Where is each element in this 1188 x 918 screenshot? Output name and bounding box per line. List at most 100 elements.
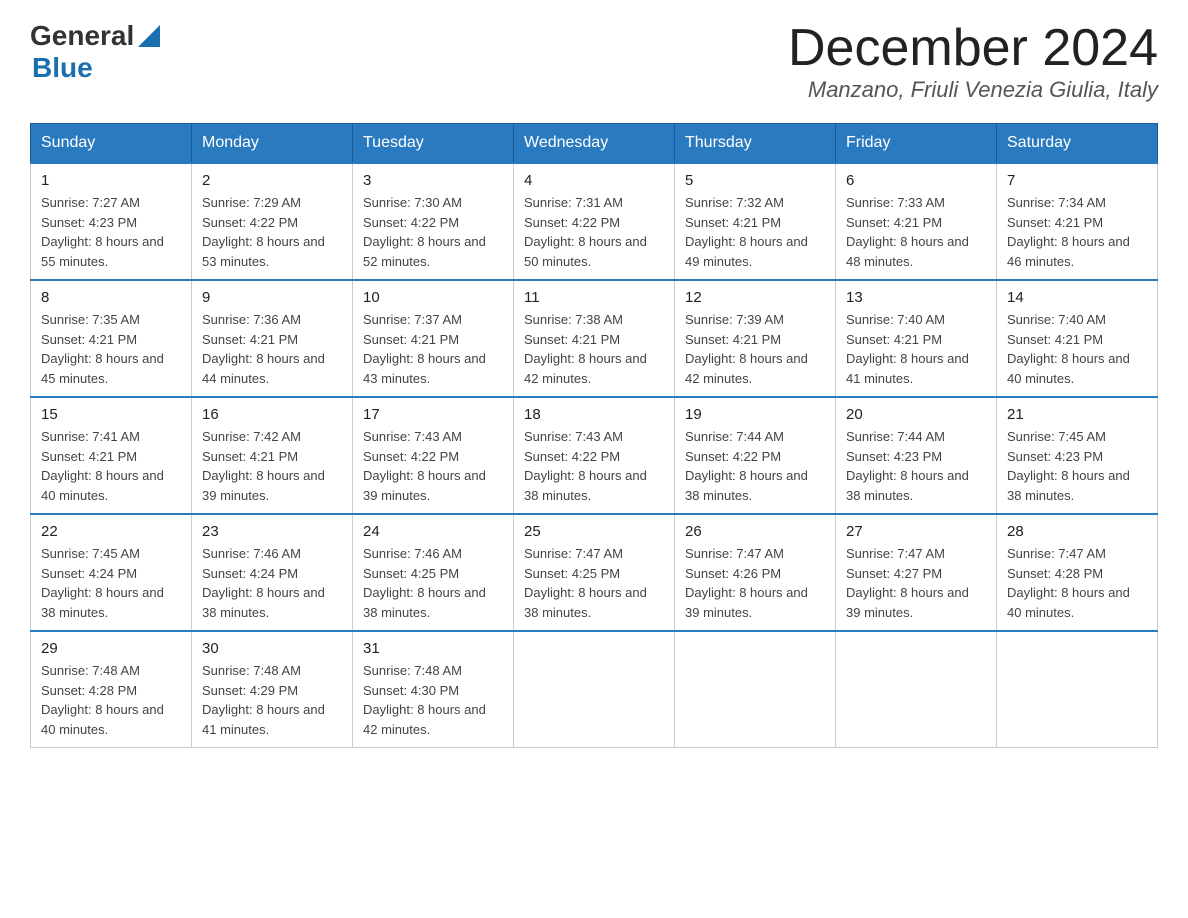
day-number: 6 — [846, 172, 986, 189]
table-row: 17 Sunrise: 7:43 AM Sunset: 4:22 PM Dayl… — [353, 397, 514, 514]
table-row — [997, 631, 1158, 748]
day-info: Sunrise: 7:44 AM Sunset: 4:22 PM Dayligh… — [685, 427, 825, 505]
table-row: 26 Sunrise: 7:47 AM Sunset: 4:26 PM Dayl… — [675, 514, 836, 631]
table-row: 16 Sunrise: 7:42 AM Sunset: 4:21 PM Dayl… — [192, 397, 353, 514]
table-row: 7 Sunrise: 7:34 AM Sunset: 4:21 PM Dayli… — [997, 163, 1158, 280]
day-number: 29 — [41, 640, 181, 657]
table-row: 4 Sunrise: 7:31 AM Sunset: 4:22 PM Dayli… — [514, 163, 675, 280]
calendar-week-row: 15 Sunrise: 7:41 AM Sunset: 4:21 PM Dayl… — [31, 397, 1158, 514]
day-number: 11 — [524, 289, 664, 306]
day-number: 20 — [846, 406, 986, 423]
calendar-week-row: 8 Sunrise: 7:35 AM Sunset: 4:21 PM Dayli… — [31, 280, 1158, 397]
day-number: 18 — [524, 406, 664, 423]
day-info: Sunrise: 7:44 AM Sunset: 4:23 PM Dayligh… — [846, 427, 986, 505]
day-info: Sunrise: 7:46 AM Sunset: 4:25 PM Dayligh… — [363, 544, 503, 622]
day-number: 13 — [846, 289, 986, 306]
day-info: Sunrise: 7:33 AM Sunset: 4:21 PM Dayligh… — [846, 193, 986, 271]
calendar-header-row: Sunday Monday Tuesday Wednesday Thursday… — [31, 124, 1158, 164]
table-row: 22 Sunrise: 7:45 AM Sunset: 4:24 PM Dayl… — [31, 514, 192, 631]
day-info: Sunrise: 7:48 AM Sunset: 4:28 PM Dayligh… — [41, 661, 181, 739]
day-number: 1 — [41, 172, 181, 189]
col-friday: Friday — [836, 124, 997, 164]
day-number: 5 — [685, 172, 825, 189]
day-number: 3 — [363, 172, 503, 189]
table-row: 11 Sunrise: 7:38 AM Sunset: 4:21 PM Dayl… — [514, 280, 675, 397]
day-info: Sunrise: 7:30 AM Sunset: 4:22 PM Dayligh… — [363, 193, 503, 271]
calendar-week-row: 29 Sunrise: 7:48 AM Sunset: 4:28 PM Dayl… — [31, 631, 1158, 748]
day-number: 17 — [363, 406, 503, 423]
day-info: Sunrise: 7:48 AM Sunset: 4:30 PM Dayligh… — [363, 661, 503, 739]
table-row: 6 Sunrise: 7:33 AM Sunset: 4:21 PM Dayli… — [836, 163, 997, 280]
table-row: 25 Sunrise: 7:47 AM Sunset: 4:25 PM Dayl… — [514, 514, 675, 631]
day-number: 25 — [524, 523, 664, 540]
day-number: 19 — [685, 406, 825, 423]
day-info: Sunrise: 7:40 AM Sunset: 4:21 PM Dayligh… — [846, 310, 986, 388]
day-info: Sunrise: 7:32 AM Sunset: 4:21 PM Dayligh… — [685, 193, 825, 271]
table-row: 18 Sunrise: 7:43 AM Sunset: 4:22 PM Dayl… — [514, 397, 675, 514]
month-title: December 2024 — [788, 20, 1158, 77]
day-number: 9 — [202, 289, 342, 306]
day-number: 23 — [202, 523, 342, 540]
col-thursday: Thursday — [675, 124, 836, 164]
logo: General Blue — [30, 20, 160, 84]
calendar-week-row: 22 Sunrise: 7:45 AM Sunset: 4:24 PM Dayl… — [31, 514, 1158, 631]
table-row: 30 Sunrise: 7:48 AM Sunset: 4:29 PM Dayl… — [192, 631, 353, 748]
table-row: 13 Sunrise: 7:40 AM Sunset: 4:21 PM Dayl… — [836, 280, 997, 397]
day-number: 15 — [41, 406, 181, 423]
table-row: 31 Sunrise: 7:48 AM Sunset: 4:30 PM Dayl… — [353, 631, 514, 748]
table-row: 29 Sunrise: 7:48 AM Sunset: 4:28 PM Dayl… — [31, 631, 192, 748]
day-info: Sunrise: 7:42 AM Sunset: 4:21 PM Dayligh… — [202, 427, 342, 505]
col-monday: Monday — [192, 124, 353, 164]
table-row: 2 Sunrise: 7:29 AM Sunset: 4:22 PM Dayli… — [192, 163, 353, 280]
title-area: December 2024 Manzano, Friuli Venezia Gi… — [788, 20, 1158, 103]
table-row: 10 Sunrise: 7:37 AM Sunset: 4:21 PM Dayl… — [353, 280, 514, 397]
table-row: 21 Sunrise: 7:45 AM Sunset: 4:23 PM Dayl… — [997, 397, 1158, 514]
day-info: Sunrise: 7:35 AM Sunset: 4:21 PM Dayligh… — [41, 310, 181, 388]
day-info: Sunrise: 7:39 AM Sunset: 4:21 PM Dayligh… — [685, 310, 825, 388]
table-row: 15 Sunrise: 7:41 AM Sunset: 4:21 PM Dayl… — [31, 397, 192, 514]
table-row: 14 Sunrise: 7:40 AM Sunset: 4:21 PM Dayl… — [997, 280, 1158, 397]
day-info: Sunrise: 7:37 AM Sunset: 4:21 PM Dayligh… — [363, 310, 503, 388]
logo-blue-text: Blue — [32, 52, 93, 83]
table-row — [514, 631, 675, 748]
day-number: 21 — [1007, 406, 1147, 423]
day-info: Sunrise: 7:41 AM Sunset: 4:21 PM Dayligh… — [41, 427, 181, 505]
day-number: 12 — [685, 289, 825, 306]
table-row: 12 Sunrise: 7:39 AM Sunset: 4:21 PM Dayl… — [675, 280, 836, 397]
calendar-week-row: 1 Sunrise: 7:27 AM Sunset: 4:23 PM Dayli… — [31, 163, 1158, 280]
col-wednesday: Wednesday — [514, 124, 675, 164]
day-info: Sunrise: 7:46 AM Sunset: 4:24 PM Dayligh… — [202, 544, 342, 622]
day-number: 27 — [846, 523, 986, 540]
col-sunday: Sunday — [31, 124, 192, 164]
day-number: 16 — [202, 406, 342, 423]
table-row: 5 Sunrise: 7:32 AM Sunset: 4:21 PM Dayli… — [675, 163, 836, 280]
day-number: 10 — [363, 289, 503, 306]
day-number: 30 — [202, 640, 342, 657]
day-info: Sunrise: 7:31 AM Sunset: 4:22 PM Dayligh… — [524, 193, 664, 271]
day-number: 7 — [1007, 172, 1147, 189]
day-info: Sunrise: 7:47 AM Sunset: 4:27 PM Dayligh… — [846, 544, 986, 622]
day-number: 4 — [524, 172, 664, 189]
day-info: Sunrise: 7:47 AM Sunset: 4:28 PM Dayligh… — [1007, 544, 1147, 622]
day-info: Sunrise: 7:29 AM Sunset: 4:22 PM Dayligh… — [202, 193, 342, 271]
day-number: 22 — [41, 523, 181, 540]
day-info: Sunrise: 7:38 AM Sunset: 4:21 PM Dayligh… — [524, 310, 664, 388]
table-row — [675, 631, 836, 748]
day-info: Sunrise: 7:45 AM Sunset: 4:23 PM Dayligh… — [1007, 427, 1147, 505]
day-info: Sunrise: 7:43 AM Sunset: 4:22 PM Dayligh… — [363, 427, 503, 505]
location-subtitle: Manzano, Friuli Venezia Giulia, Italy — [788, 77, 1158, 103]
day-info: Sunrise: 7:43 AM Sunset: 4:22 PM Dayligh… — [524, 427, 664, 505]
day-number: 2 — [202, 172, 342, 189]
table-row: 20 Sunrise: 7:44 AM Sunset: 4:23 PM Dayl… — [836, 397, 997, 514]
table-row: 23 Sunrise: 7:46 AM Sunset: 4:24 PM Dayl… — [192, 514, 353, 631]
table-row: 27 Sunrise: 7:47 AM Sunset: 4:27 PM Dayl… — [836, 514, 997, 631]
day-info: Sunrise: 7:34 AM Sunset: 4:21 PM Dayligh… — [1007, 193, 1147, 271]
table-row: 19 Sunrise: 7:44 AM Sunset: 4:22 PM Dayl… — [675, 397, 836, 514]
day-number: 28 — [1007, 523, 1147, 540]
day-number: 14 — [1007, 289, 1147, 306]
day-info: Sunrise: 7:45 AM Sunset: 4:24 PM Dayligh… — [41, 544, 181, 622]
logo-triangle-icon — [138, 25, 160, 47]
table-row: 28 Sunrise: 7:47 AM Sunset: 4:28 PM Dayl… — [997, 514, 1158, 631]
table-row: 8 Sunrise: 7:35 AM Sunset: 4:21 PM Dayli… — [31, 280, 192, 397]
day-info: Sunrise: 7:47 AM Sunset: 4:26 PM Dayligh… — [685, 544, 825, 622]
